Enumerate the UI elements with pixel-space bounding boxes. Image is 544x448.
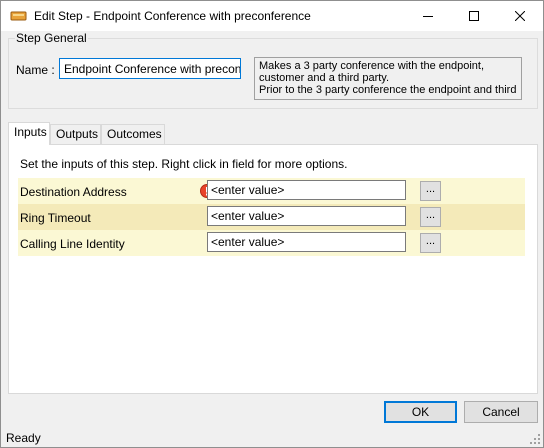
minimize-icon (423, 11, 433, 21)
ring-timeout-label: Ring Timeout (20, 211, 91, 225)
edit-step-dialog: Edit Step - Endpoint Conference with pre… (0, 0, 544, 448)
maximize-icon (469, 11, 479, 21)
destination-address-input[interactable]: <enter value> (207, 180, 406, 200)
input-row-calling-line-identity: Calling Line Identity <enter value> ... (18, 230, 525, 256)
destination-address-browse-button[interactable]: ... (420, 181, 441, 201)
step-icon (10, 10, 27, 21)
ring-timeout-browse-button[interactable]: ... (420, 207, 441, 227)
tab-outputs[interactable]: Outputs (50, 124, 101, 144)
close-button[interactable] (497, 1, 543, 31)
step-name-input[interactable]: Endpoint Conference with preconference (59, 58, 241, 79)
minimize-button[interactable] (405, 1, 451, 31)
input-row-destination-address: Destination Address <enter value> ... (18, 178, 525, 204)
status-text: Ready (6, 431, 41, 445)
title-bar[interactable]: Edit Step - Endpoint Conference with pre… (1, 1, 543, 31)
tab-outcomes[interactable]: Outcomes (101, 124, 165, 144)
description-line: Makes a 3 party conference with the endp… (259, 60, 485, 72)
inputs-instructions: Set the inputs of this step. Right click… (20, 157, 348, 171)
resize-grip-icon[interactable] (529, 433, 541, 445)
ring-timeout-input[interactable]: <enter value> (207, 206, 406, 226)
calling-line-identity-input[interactable]: <enter value> (207, 232, 406, 252)
step-description: Makes a 3 party conference with the endp… (254, 57, 522, 100)
status-bar: Ready (1, 427, 543, 447)
close-icon (515, 11, 525, 21)
calling-line-identity-label: Calling Line Identity (20, 237, 125, 251)
name-label: Name : (16, 63, 55, 77)
cancel-button[interactable]: Cancel (464, 401, 538, 423)
ok-button[interactable]: OK (384, 401, 457, 423)
input-row-ring-timeout: Ring Timeout <enter value> ... (18, 204, 525, 230)
window-title: Edit Step - Endpoint Conference with pre… (34, 9, 311, 23)
inputs-panel: Set the inputs of this step. Right click… (8, 144, 538, 394)
calling-line-identity-browse-button[interactable]: ... (420, 233, 441, 253)
destination-address-label: Destination Address (20, 185, 127, 199)
description-line: customer and a third party. (259, 72, 390, 84)
step-general-legend: Step General (15, 31, 88, 45)
maximize-button[interactable] (451, 1, 497, 31)
description-line: Prior to the 3 party conference the endp… (259, 84, 517, 96)
tab-inputs[interactable]: Inputs (8, 122, 50, 145)
